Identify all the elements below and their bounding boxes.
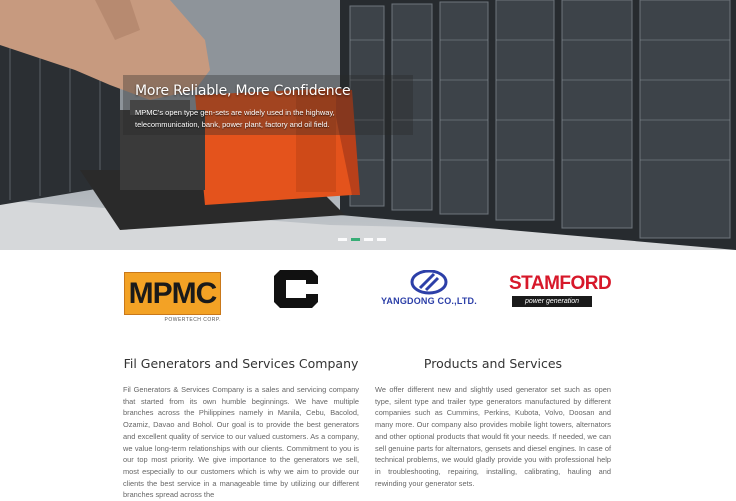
company-section: Fil Generators and Services Company Fil …: [123, 356, 359, 501]
company-section-body: Fil Generators & Services Company is a s…: [123, 385, 359, 500]
hero-caption: More Reliable, More Confidence MPMC's op…: [123, 75, 413, 135]
yangdong-logo[interactable]: YANGDONG CO.,LTD.: [376, 269, 482, 310]
stamford-logo-name: STAMFORD: [509, 273, 612, 294]
products-section: Products and Services We offer different…: [375, 356, 611, 489]
stamford-logo-tagline: power generation: [512, 296, 592, 307]
hero-slider[interactable]: More Reliable, More Confidence MPMC's op…: [0, 0, 736, 250]
slide-dot-2[interactable]: [351, 238, 360, 241]
slide-dot-4[interactable]: [377, 238, 386, 241]
mpmc-logo-sub: POWERTECH CORP.: [164, 317, 221, 323]
slide-dot-3[interactable]: [364, 238, 373, 241]
stamford-logo[interactable]: STAMFORD power generation: [509, 273, 612, 310]
slide-dot-1[interactable]: [338, 238, 347, 241]
hero-title: More Reliable, More Confidence: [135, 83, 351, 99]
mpmc-logo-word: MPMC: [128, 276, 218, 310]
company-section-title: Fil Generators and Services Company: [123, 356, 359, 371]
mpmc-logo-box: MPMC: [124, 272, 221, 315]
cummins-logo[interactable]: [270, 268, 322, 310]
cummins-c-icon: [274, 270, 318, 308]
mpmc-logo[interactable]: MPMC POWERTECH CORP.: [124, 272, 221, 324]
products-section-body: We offer different new and slightly used…: [375, 385, 611, 488]
products-section-title: Products and Services: [423, 356, 563, 371]
yangdong-emblem-icon: [410, 269, 448, 295]
hero-text: MPMC's open type gen-sets are widely use…: [135, 108, 335, 129]
slider-pagination: [338, 238, 386, 241]
yangdong-logo-text: YANGDONG CO.,LTD.: [381, 296, 477, 306]
